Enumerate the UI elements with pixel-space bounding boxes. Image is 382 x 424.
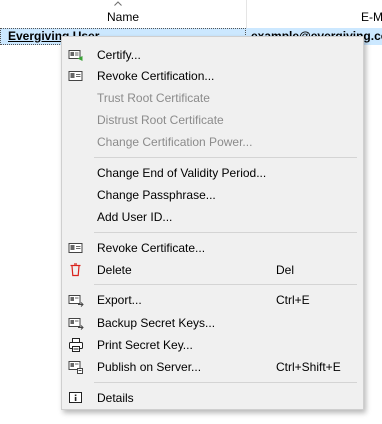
menu-item-label: Add User ID... (97, 210, 173, 224)
menu-item-change-validity-period[interactable]: Change End of Validity Period... (63, 162, 362, 183)
menu-item-label: Certify... (97, 48, 141, 62)
printer-icon (69, 338, 83, 352)
column-header-email[interactable]: E-M (247, 0, 382, 28)
backup-icon (68, 318, 84, 330)
menu-item-details[interactable]: Details (63, 387, 362, 408)
menu-separator (94, 284, 357, 285)
revoke-certification-icon (68, 71, 83, 81)
menu-item-change-certification-power[interactable]: Change Certification Power... (63, 131, 362, 152)
menu-item-certify[interactable]: Certify... (63, 44, 362, 65)
context-menu: Certify... Revoke Certification... Trust… (61, 36, 364, 410)
menu-item-revoke-certification[interactable]: Revoke Certification... (63, 65, 362, 86)
menu-item-label: Change Certification Power... (97, 135, 253, 149)
menu-item-label: Distrust Root Certificate (97, 113, 224, 127)
revoke-certificate-icon (68, 243, 83, 253)
menu-item-label: Delete (97, 263, 132, 277)
menu-item-export[interactable]: Export... Ctrl+E (63, 289, 362, 310)
menu-item-shortcut: Ctrl+E (276, 293, 310, 307)
publish-icon (68, 361, 83, 374)
menu-item-revoke-certificate[interactable]: Revoke Certificate... (63, 237, 362, 258)
menu-separator (94, 232, 357, 233)
menu-item-change-passphrase[interactable]: Change Passphrase... (63, 184, 362, 205)
menu-item-label: Publish on Server... (97, 360, 202, 374)
info-icon (69, 392, 82, 403)
menu-item-shortcut: Ctrl+Shift+E (276, 360, 341, 374)
certify-icon (68, 50, 83, 61)
menu-item-shortcut: Del (276, 263, 295, 277)
column-header-name[interactable]: Name (0, 0, 247, 28)
trash-icon (70, 263, 81, 277)
menu-item-distrust-root-certificate[interactable]: Distrust Root Certificate (63, 109, 362, 130)
menu-item-backup-secret-keys[interactable]: Backup Secret Keys... (63, 312, 362, 333)
menu-item-delete[interactable]: Delete Del (63, 259, 362, 280)
menu-item-label: Export... (97, 293, 142, 307)
menu-item-add-user-id[interactable]: Add User ID... (63, 206, 362, 227)
menu-item-label: Revoke Certification... (97, 69, 215, 83)
menu-item-label: Print Secret Key... (97, 338, 193, 352)
menu-item-trust-root-certificate[interactable]: Trust Root Certificate (63, 87, 362, 108)
menu-item-label: Change Passphrase... (97, 188, 216, 202)
menu-item-label: Backup Secret Keys... (97, 316, 216, 330)
menu-item-label: Revoke Certificate... (97, 241, 206, 255)
menu-item-publish-on-server[interactable]: Publish on Server... Ctrl+Shift+E (63, 356, 362, 377)
menu-item-label: Details (97, 391, 134, 405)
export-icon (68, 295, 84, 307)
menu-item-label: Trust Root Certificate (97, 91, 210, 105)
menu-item-print-secret-key[interactable]: Print Secret Key... (63, 334, 362, 355)
menu-separator (94, 382, 357, 383)
table-header: Name E-M (0, 0, 382, 29)
menu-item-label: Change End of Validity Period... (97, 166, 267, 180)
menu-separator (94, 157, 357, 158)
